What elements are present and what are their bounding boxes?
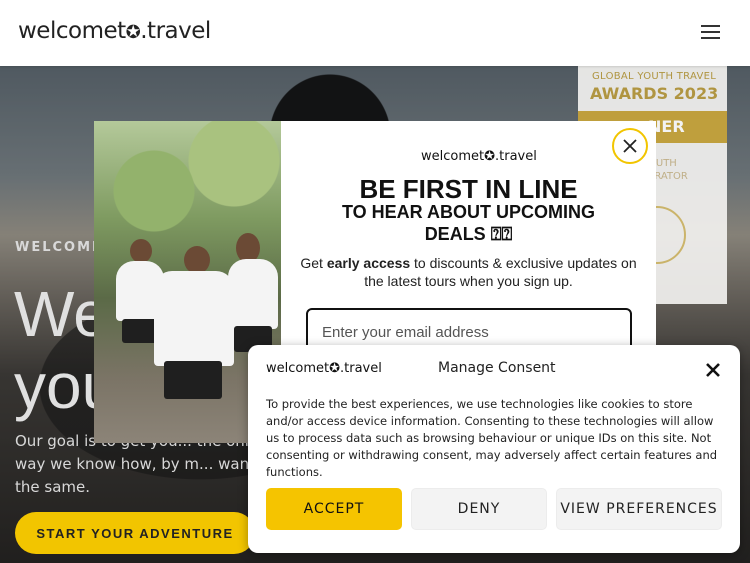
popup-subheadline: TO HEAR ABOUT UPCOMING DEALS ⍰⍰ [341, 202, 595, 244]
hamburger-line [701, 37, 720, 39]
popup-text-before: Get [300, 255, 327, 271]
consent-logo: welcomet✪.travel [266, 361, 382, 376]
view-preferences-button[interactable]: VIEW PREFERENCES [556, 488, 722, 530]
popup-close-button[interactable] [612, 128, 648, 164]
site-logo[interactable]: welcomet✪.travel [18, 18, 211, 44]
photo-shorts [164, 361, 222, 399]
consent-dialog: welcomet✪.travel Manage Consent To provi… [248, 345, 740, 553]
consent-close-button[interactable] [703, 360, 723, 380]
consent-title: Manage Consent [438, 360, 556, 376]
popup-text-bold: early access [326, 255, 411, 271]
hamburger-line [701, 31, 720, 33]
hamburger-icon[interactable] [701, 25, 720, 41]
consent-body: To provide the best experiences, we use … [266, 397, 718, 479]
hero-kicker: WELCOME [15, 240, 103, 255]
photo-person [154, 271, 234, 366]
photo-person [228, 259, 278, 329]
accept-button[interactable]: ACCEPT [266, 488, 402, 530]
award-line2: AWARDS 2023 [590, 84, 719, 103]
popup-text: Get early access to discounts & exclusiv… [291, 254, 646, 290]
photo-shorts [122, 319, 158, 343]
hamburger-line [701, 25, 720, 27]
start-adventure-button[interactable]: START YOUR ADVENTURE [15, 512, 255, 554]
award-line1: GLOBAL YOUTH TRAVEL [592, 71, 717, 82]
popup-logo: welcomet✪.travel [421, 149, 537, 164]
close-icon [623, 139, 637, 153]
site-header: welcomet✪.travel [0, 0, 750, 66]
logo-prefix: welcomet [18, 18, 126, 44]
photo-head [184, 246, 210, 274]
close-icon [706, 363, 720, 377]
photo-head [130, 239, 152, 263]
globe-icon: ✪ [125, 22, 141, 43]
deny-button[interactable]: DENY [411, 488, 547, 530]
logo-suffix: .travel [140, 18, 211, 44]
